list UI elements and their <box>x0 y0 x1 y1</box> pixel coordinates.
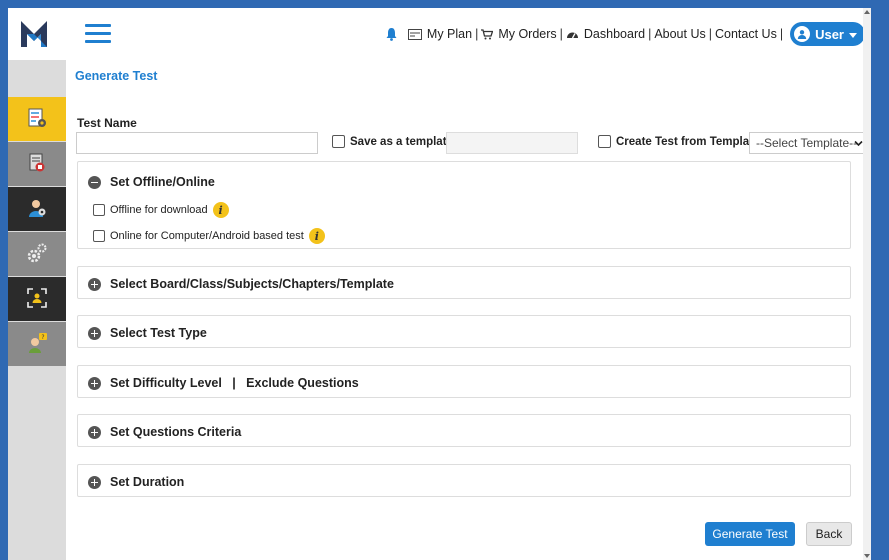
test-name-input[interactable] <box>76 132 318 154</box>
bell-icon[interactable] <box>385 27 398 41</box>
nav-about-us[interactable]: About Us <box>654 27 705 41</box>
online-test-option[interactable]: Online for Computer/Android based test i <box>93 228 325 244</box>
panel-title: Select Test Type <box>110 326 207 340</box>
nav-separator: | <box>648 27 652 41</box>
app-window: My Plan | My Orders | Dashboard | About … <box>8 8 871 560</box>
svg-text:?: ? <box>41 334 44 341</box>
cart-icon <box>481 28 494 40</box>
nav-separator: | <box>708 27 712 41</box>
scroll-down-icon[interactable] <box>864 554 870 558</box>
settings-icon <box>26 242 48 267</box>
vertical-scrollbar[interactable] <box>863 8 871 560</box>
offline-download-label: Offline for download <box>110 204 208 216</box>
report-icon <box>26 152 48 177</box>
help-icon: ? <box>26 332 48 357</box>
nav-my-orders[interactable]: My Orders <box>498 27 556 41</box>
scroll-up-icon[interactable] <box>864 10 870 14</box>
nav-my-plan[interactable]: My Plan <box>427 27 472 41</box>
panel-title: Set Difficulty Level | Exclude Questions <box>110 376 359 390</box>
checkbox-box[interactable] <box>93 230 105 242</box>
panel-title: Set Offline/Online <box>110 175 215 189</box>
dashboard-icon <box>566 29 579 40</box>
scan-icon <box>26 287 48 312</box>
panel-test-type-header[interactable]: Select Test Type <box>88 326 207 340</box>
card-icon <box>407 28 422 40</box>
expand-icon <box>88 326 101 340</box>
panel-test-type: Select Test Type <box>77 315 851 348</box>
user-icon <box>794 26 811 42</box>
checkbox-box[interactable] <box>598 135 611 148</box>
generate-test-button[interactable]: Generate Test <box>705 522 795 546</box>
info-icon[interactable]: i <box>212 202 229 218</box>
panel-offline-online: Set Offline/Online Offline for download … <box>77 161 851 249</box>
nav-contact-us[interactable]: Contact Us <box>715 27 777 41</box>
nav-dashboard[interactable]: Dashboard <box>584 27 645 41</box>
expand-icon <box>88 475 101 489</box>
sidebar-item-generate-test[interactable] <box>8 97 66 141</box>
save-as-template-checkbox[interactable]: Save as a template <box>332 135 453 148</box>
online-test-label: Online for Computer/Android based test <box>110 230 304 242</box>
panel-select-board-header[interactable]: Select Board/Class/Subjects/Chapters/Tem… <box>88 277 394 291</box>
template-name-input[interactable] <box>446 132 578 154</box>
main-content: Generate Test Test Name Save as a templa… <box>66 60 869 560</box>
expand-icon <box>88 277 101 291</box>
back-button[interactable]: Back <box>806 522 852 546</box>
template-select-value: --Select Template-- <box>756 136 858 150</box>
panel-title: Set Questions Criteria <box>110 425 242 439</box>
save-as-template-label: Save as a template <box>350 135 453 148</box>
panel-difficulty-header[interactable]: Set Difficulty Level | Exclude Questions <box>88 376 359 390</box>
panel-offline-online-header[interactable]: Set Offline/Online <box>88 175 215 189</box>
collapse-icon <box>88 175 101 189</box>
sidebar-item-scan[interactable] <box>8 277 66 321</box>
panel-duration-header[interactable]: Set Duration <box>88 475 184 489</box>
sidebar: ? <box>8 60 66 560</box>
nav-separator: | <box>475 27 479 41</box>
nav-separator: | <box>559 27 563 41</box>
panel-title: Set Duration <box>110 475 185 489</box>
offline-download-option[interactable]: Offline for download i <box>93 202 229 218</box>
template-select[interactable]: --Select Template-- <box>749 132 869 154</box>
student-icon <box>26 197 48 222</box>
expand-icon <box>88 376 101 390</box>
panel-question-criteria-header[interactable]: Set Questions Criteria <box>88 425 241 439</box>
info-icon[interactable]: i <box>308 228 325 244</box>
logo-m-icon[interactable] <box>18 18 50 50</box>
sidebar-item-students[interactable] <box>8 187 66 231</box>
nav-separator: | <box>779 27 784 41</box>
test-icon <box>26 107 48 132</box>
page-title: Generate Test <box>75 69 158 83</box>
panel-question-criteria: Set Questions Criteria <box>77 414 851 447</box>
checkbox-box[interactable] <box>332 135 345 148</box>
sidebar-item-settings[interactable] <box>8 232 66 276</box>
create-from-template-label: Create Test from Template <box>616 135 760 148</box>
sidebar-item-reports[interactable] <box>8 142 66 186</box>
create-from-template-checkbox[interactable]: Create Test from Template <box>598 135 759 148</box>
top-nav: My Plan | My Orders | Dashboard | About … <box>385 21 865 47</box>
sidebar-item-help[interactable]: ? <box>8 322 66 366</box>
panel-difficulty: Set Difficulty Level | Exclude Questions <box>77 365 851 398</box>
expand-icon <box>88 425 101 439</box>
user-menu-button[interactable]: User <box>790 22 865 46</box>
panel-title: Select Board/Class/Subjects/Chapters/Tem… <box>110 277 394 291</box>
chevron-down-icon <box>849 27 857 42</box>
hamburger-icon[interactable] <box>85 24 111 44</box>
user-label: User <box>815 26 844 42</box>
checkbox-box[interactable] <box>93 204 105 216</box>
panel-select-board: Select Board/Class/Subjects/Chapters/Tem… <box>77 266 851 299</box>
test-name-label: Test Name <box>77 116 137 130</box>
top-header: My Plan | My Orders | Dashboard | About … <box>8 8 871 60</box>
chevron-down-icon <box>854 137 863 151</box>
panel-duration: Set Duration <box>77 464 851 497</box>
